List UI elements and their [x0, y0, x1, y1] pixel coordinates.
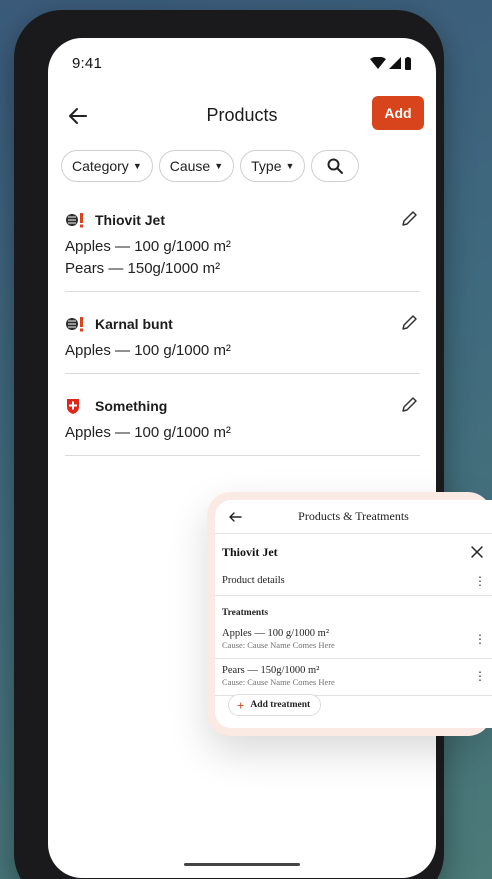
pencil-icon[interactable]: [400, 210, 418, 228]
switzerland-flag-icon: [65, 398, 87, 414]
home-indicator: [184, 863, 300, 866]
add-button[interactable]: Add: [372, 96, 424, 130]
caret-down-icon: ▼: [285, 161, 295, 171]
caret-down-icon: ▼: [214, 161, 224, 171]
status-bar: 9:41: [48, 38, 436, 88]
caret-down-icon: ▼: [132, 161, 142, 171]
product-name: Karnal bunt: [95, 316, 173, 332]
more-vert-icon[interactable]: ⋮: [474, 575, 486, 587]
treatment-row[interactable]: Apples — 100 g/1000 m² Cause: Cause Name…: [215, 622, 492, 659]
germany-flag-icon: [65, 316, 87, 332]
plus-icon: +: [237, 697, 245, 713]
close-icon[interactable]: [470, 545, 484, 559]
treatment-cause: Cause: Cause Name Comes Here: [222, 640, 335, 650]
products-treatments-panel: Products & Treatments Thiovit Jet Produc…: [207, 492, 492, 736]
phone-frame: 9:41 Products Add Category ▼ Cause ▼ Typ…: [14, 10, 444, 879]
product-dosage: Apples — 100 g/1000 m²: [65, 238, 231, 255]
more-vert-icon[interactable]: ⋮: [474, 633, 486, 645]
treatment-cause: Cause: Cause Name Comes Here: [222, 677, 335, 687]
treatments-section-label: Treatments: [222, 608, 269, 618]
treatment-row[interactable]: Pears — 150g/1000 m² Cause: Cause Name C…: [215, 659, 492, 696]
search-button[interactable]: [311, 150, 360, 182]
filter-chip-cause[interactable]: Cause ▼: [158, 150, 235, 182]
battery-icon: [405, 56, 411, 70]
pencil-icon[interactable]: [400, 396, 418, 414]
product-dosage: Apples — 100 g/1000 m²: [65, 424, 231, 441]
panel-header: Products & Treatments: [215, 500, 492, 534]
product-item[interactable]: Karnal bunt Apples — 100 g/1000 m²: [65, 292, 420, 374]
more-vert-icon[interactable]: ⋮: [474, 670, 486, 682]
product-details-row[interactable]: Product details ⋮: [215, 566, 492, 596]
product-item[interactable]: Something Apples — 100 g/1000 m²: [65, 374, 420, 456]
search-icon: [327, 158, 344, 174]
filter-label: Cause: [169, 158, 211, 174]
status-time: 9:41: [72, 54, 102, 72]
panel-title: Products & Treatments: [298, 509, 409, 523]
treatment-dosage: Apples — 100 g/1000 m²: [222, 628, 329, 639]
pencil-icon[interactable]: [400, 314, 418, 332]
filter-label: Category: [72, 158, 129, 174]
status-icons: [370, 56, 412, 70]
filter-label: Type: [251, 158, 282, 174]
panel-product-name: Thiovit Jet: [222, 544, 278, 559]
product-dosage: Apples — 100 g/1000 m²: [65, 342, 231, 359]
signal-icon: [389, 57, 401, 69]
filter-bar: Category ▼ Cause ▼ Type ▼: [61, 150, 360, 182]
wifi-icon: [370, 57, 386, 69]
add-treatment-button[interactable]: + Add treatment: [228, 694, 322, 716]
product-item[interactable]: Thiovit Jet Apples — 100 g/1000 m² Pears…: [65, 208, 420, 292]
phone-screen: 9:41 Products Add Category ▼ Cause ▼ Typ…: [48, 38, 436, 878]
app-bar: Products Add: [48, 96, 436, 136]
filter-chip-type[interactable]: Type ▼: [240, 150, 306, 182]
panel-product-row: Thiovit Jet: [215, 538, 492, 566]
product-dosage: Pears — 150g/1000 m²: [65, 260, 221, 277]
product-name: Thiovit Jet: [95, 212, 166, 228]
panel-inner: Products & Treatments Thiovit Jet Produc…: [215, 500, 492, 728]
filter-chip-category[interactable]: Category ▼: [61, 150, 153, 182]
product-details-label: Product details: [222, 575, 285, 586]
germany-flag-icon: [65, 212, 87, 228]
treatment-dosage: Pears — 150g/1000 m²: [222, 665, 320, 676]
add-treatment-label: Add treatment: [250, 700, 311, 710]
product-list: Thiovit Jet Apples — 100 g/1000 m² Pears…: [65, 208, 420, 456]
product-name: Something: [95, 398, 168, 414]
